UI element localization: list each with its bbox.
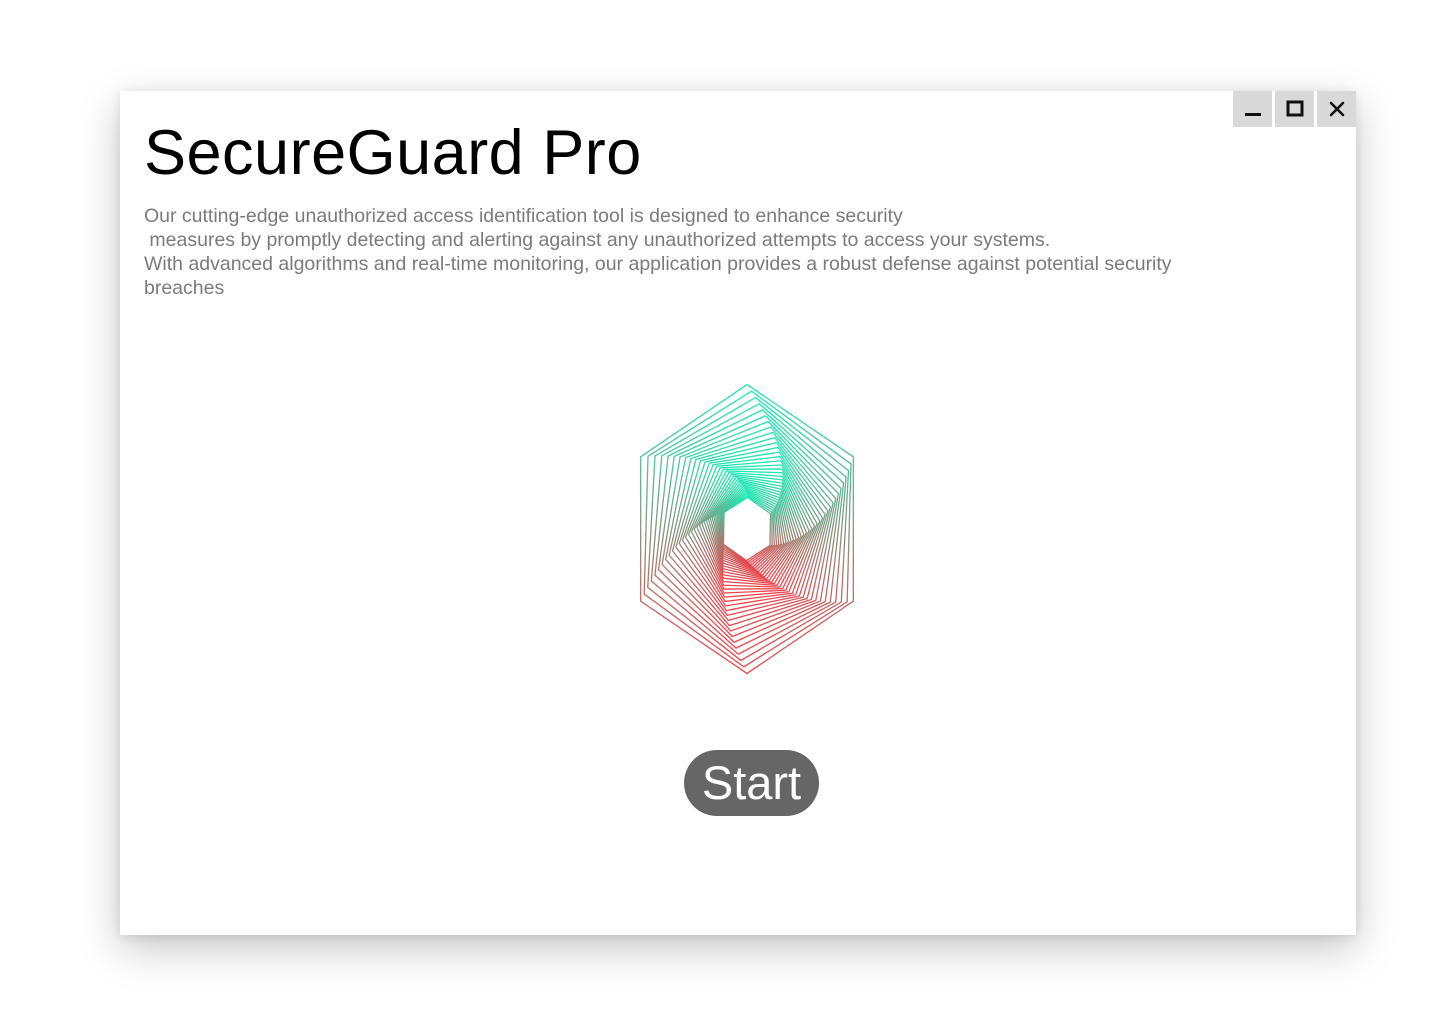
maximize-icon (1286, 100, 1303, 117)
start-button[interactable]: Start (684, 750, 819, 816)
close-icon (1329, 101, 1344, 117)
app-description: Our cutting-edge unauthorized access ide… (144, 204, 1314, 300)
description-line: breaches (144, 277, 225, 299)
minimize-icon (1244, 113, 1261, 116)
window-controls (1233, 91, 1356, 127)
description-line: measures by promptly detecting and alert… (144, 229, 1051, 251)
app-title: SecureGuard Pro (144, 118, 642, 188)
maximize-button[interactable] (1275, 91, 1314, 127)
description-line: With advanced algorithms and real-time m… (144, 253, 1172, 275)
close-button[interactable] (1317, 91, 1356, 127)
minimize-button[interactable] (1233, 91, 1272, 127)
app-window: SecureGuard Pro Our cutting-edge unautho… (120, 91, 1356, 935)
spiral-hexagon-logo (640, 383, 854, 675)
description-line: Our cutting-edge unauthorized access ide… (144, 205, 903, 227)
